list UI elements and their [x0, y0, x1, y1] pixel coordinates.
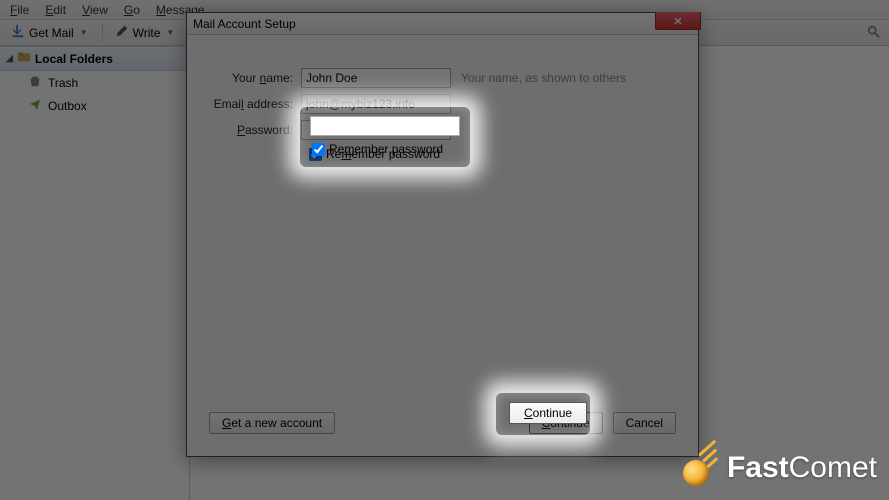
get-mail-label: Get Mail: [29, 26, 74, 40]
cancel-button[interactable]: Cancel: [613, 412, 676, 434]
get-mail-button[interactable]: Get Mail ▼: [4, 21, 97, 44]
menu-view[interactable]: ViewView: [76, 1, 114, 19]
chevron-down-icon[interactable]: ▼: [78, 28, 90, 37]
write-label: Write: [133, 26, 161, 40]
search-icon[interactable]: [867, 25, 881, 42]
outbox-icon: [28, 97, 42, 114]
folder-sidebar: ◢ Local Folders Trash Outbox: [0, 46, 190, 500]
toolbar-separator: [102, 24, 103, 42]
continue-button-highlighted[interactable]: Continue: [509, 402, 587, 424]
trash-icon: [28, 74, 42, 91]
comet-icon: [679, 448, 719, 488]
pencil-icon: [115, 24, 129, 41]
remember-password-checkbox-highlighted[interactable]: [312, 143, 325, 156]
dialog-close-button[interactable]: [655, 12, 701, 30]
get-new-account-button[interactable]: Get a new accountGet a new account: [209, 412, 335, 434]
sidebar-item-outbox[interactable]: Outbox: [0, 94, 189, 117]
password-field-highlighted[interactable]: [310, 116, 460, 136]
email-label: Email address:Email address:: [209, 97, 301, 111]
mail-account-setup-dialog: Mail Account Setup Your name:Your name: …: [186, 12, 699, 457]
row-email: Email address:Email address:: [209, 91, 676, 117]
write-button[interactable]: Write ▼: [108, 21, 184, 44]
sidebar-item-label: Outbox: [48, 99, 87, 113]
watermark-text: FastComet: [727, 451, 877, 485]
download-icon: [11, 24, 25, 41]
fastcomet-watermark: FastComet: [679, 448, 877, 488]
your-name-field[interactable]: [301, 68, 451, 88]
dialog-button-row: Get a new accountGet a new account Conti…: [209, 412, 676, 434]
remember-password-label-highlighted: Remember password: [329, 142, 443, 156]
folder-icon: [17, 50, 31, 67]
dialog-titlebar[interactable]: Mail Account Setup: [187, 13, 698, 35]
menu-edit[interactable]: EditEdit: [39, 1, 72, 19]
your-name-hint: Your name, as shown to others: [461, 71, 626, 85]
sidebar-local-folders[interactable]: ◢ Local Folders: [0, 46, 189, 71]
sidebar-header-label: Local Folders: [35, 52, 113, 66]
sidebar-item-trash[interactable]: Trash: [0, 71, 189, 94]
chevron-down-icon[interactable]: ▼: [164, 28, 176, 37]
menu-go[interactable]: GoGo: [118, 1, 146, 19]
menu-file[interactable]: FFileile: [4, 1, 35, 19]
email-field[interactable]: [301, 94, 451, 114]
row-your-name: Your name:Your name: Your name, as shown…: [209, 65, 676, 91]
close-icon: [674, 14, 682, 28]
dialog-title: Mail Account Setup: [193, 17, 296, 31]
sidebar-item-label: Trash: [48, 76, 78, 90]
your-name-label: Your name:Your name:: [209, 71, 301, 85]
password-label: Password:Password:: [209, 123, 301, 137]
tree-toggle-icon[interactable]: ◢: [6, 53, 13, 64]
